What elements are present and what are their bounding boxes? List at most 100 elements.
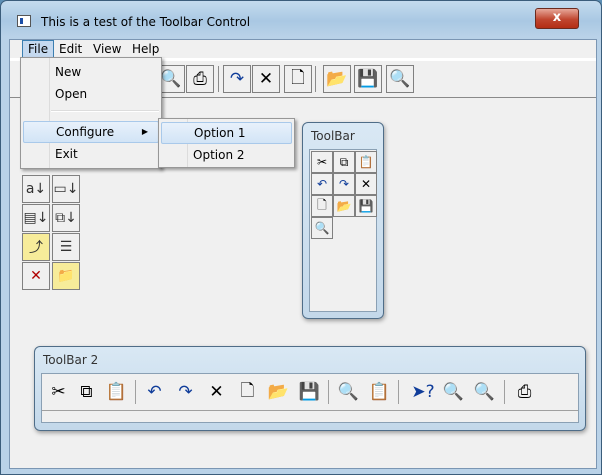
- open-button[interactable]: 📂: [333, 195, 355, 217]
- sort-document-icon: ▤↓: [23, 210, 49, 226]
- toolbar-separator: [398, 380, 399, 404]
- sort-shape-button[interactable]: ▭↓: [52, 175, 80, 203]
- menu-edit[interactable]: Edit: [54, 40, 87, 58]
- properties-icon: 📋: [368, 382, 391, 402]
- new-document-icon: 🗋: [240, 380, 255, 401]
- toolbar-1-title: ToolBar: [311, 129, 355, 143]
- floating-toolbar-1[interactable]: ToolBar ✂ ⧉ 📋 ↶ ↷ ✕ 🗋 📂 💾 🔍: [302, 122, 384, 319]
- copy-button[interactable]: ⧉: [73, 380, 100, 404]
- menu-separator: [51, 110, 159, 112]
- toolbar-separator: [315, 66, 316, 92]
- sort-shape-icon: ▭↓: [53, 181, 79, 197]
- delete-button[interactable]: ✕: [252, 65, 280, 93]
- floating-toolbar-2[interactable]: ToolBar 2 ✂ ⧉ 📋 ↶ ↷ ✕ 🗋 📂 💾 🔍 📋 ➤? 🔍 🔍 ⎙: [34, 346, 586, 431]
- new-document-icon: 🗋: [317, 197, 327, 212]
- toolbar-2-divider: [42, 410, 578, 411]
- delete-icon: ✕: [258, 69, 274, 89]
- print-button[interactable]: ⎙: [511, 380, 538, 404]
- menu-help[interactable]: Help: [127, 40, 164, 58]
- save-button[interactable]: 💾: [296, 380, 323, 404]
- new-folder-button[interactable]: 📁: [52, 262, 80, 290]
- menu-view[interactable]: View: [88, 40, 126, 58]
- new-button[interactable]: 🗋: [311, 195, 333, 217]
- up-folder-button[interactable]: ⤴: [22, 233, 50, 261]
- replace-icon: 🔍: [473, 382, 496, 402]
- delete-icon: ✕: [209, 382, 224, 402]
- print-preview-icon: 🔍: [337, 382, 360, 402]
- redo-button[interactable]: ↷: [333, 173, 355, 195]
- help-pointer-icon: ➤?: [411, 382, 435, 402]
- new-folder-line-icon: ☰: [59, 239, 73, 255]
- toolbar-1-body: ✂ ⧉ 📋 ↶ ↷ ✕ 🗋 📂 💾 🔍: [309, 149, 377, 312]
- paste-button[interactable]: 📋: [355, 151, 377, 173]
- redo-icon: ↷: [178, 382, 193, 402]
- redo-icon: ↷: [229, 69, 245, 89]
- new-folder-icon: 📁: [57, 268, 75, 284]
- open-folder-icon: 📂: [336, 199, 352, 213]
- redo-button[interactable]: ↷: [223, 65, 251, 93]
- menu-file[interactable]: File: [22, 40, 55, 58]
- up-folder-icon: ⤴: [29, 240, 43, 256]
- sort-az-icon: a↓: [25, 181, 47, 197]
- paste-icon: 📋: [358, 155, 374, 169]
- new-folder-line-button[interactable]: ☰: [52, 233, 80, 261]
- print-icon: ⎙: [193, 69, 207, 89]
- new-button[interactable]: 🗋: [234, 380, 261, 404]
- menu-item-option-1[interactable]: Option 1: [161, 122, 292, 144]
- replace-button[interactable]: 🔍: [471, 380, 498, 404]
- new-button[interactable]: 🗋: [284, 65, 312, 93]
- configure-submenu: Option 1 Option 2: [158, 118, 295, 168]
- print-preview-button[interactable]: 🔍: [335, 380, 362, 404]
- menu-item-option-2[interactable]: Option 2: [161, 144, 292, 166]
- close-button[interactable]: x: [535, 8, 579, 29]
- title-bar[interactable]: This is a test of the Toolbar Control x: [1, 1, 601, 35]
- menu-item-configure[interactable]: Configure ▶: [23, 121, 159, 143]
- menu-item-configure-label: Configure: [56, 125, 115, 139]
- copy-sort-button[interactable]: ⧉↓: [52, 204, 80, 232]
- save-button[interactable]: 💾: [354, 65, 382, 93]
- delete-button[interactable]: ✕: [355, 173, 377, 195]
- save-button[interactable]: 💾: [355, 195, 377, 217]
- cut-line-icon: ✕: [30, 268, 42, 284]
- save-icon: 💾: [358, 199, 374, 213]
- properties-button[interactable]: 📋: [366, 380, 393, 404]
- menu-item-new[interactable]: New: [23, 61, 159, 83]
- print-preview-icon: 🔍: [389, 69, 411, 89]
- undo-icon: ↶: [147, 382, 162, 402]
- open-folder-icon: 📂: [267, 382, 290, 402]
- find-button[interactable]: 🔍: [440, 380, 467, 404]
- toolbar-separator: [135, 380, 136, 404]
- copy-button[interactable]: ⧉: [333, 151, 355, 173]
- cut-button[interactable]: ✂: [45, 380, 72, 404]
- menu-bar: File Edit View Help: [10, 40, 596, 58]
- paste-button[interactable]: 📋: [103, 380, 130, 404]
- submenu-arrow-icon: ▶: [141, 127, 148, 136]
- redo-button[interactable]: ↷: [172, 380, 199, 404]
- print-button[interactable]: ⎙: [186, 65, 214, 93]
- redo-icon: ↷: [338, 177, 350, 191]
- file-menu: New Open Configure ▶ Exit: [20, 57, 162, 169]
- print-preview-button[interactable]: 🔍: [386, 65, 414, 93]
- print-preview-icon: 🔍: [314, 221, 330, 235]
- new-document-icon: 🗋: [291, 67, 305, 88]
- menu-item-exit[interactable]: Exit: [23, 143, 159, 165]
- paste-icon: 📋: [105, 382, 128, 402]
- cut-button[interactable]: ✂: [311, 151, 333, 173]
- left-toolbar: a↓ ▭↓ ▤↓ ⧉↓ ⤴ ☰ ✕ 📁: [20, 173, 80, 291]
- delete-button[interactable]: ✕: [203, 380, 230, 404]
- undo-button[interactable]: ↶: [311, 173, 333, 195]
- undo-button[interactable]: ↶: [141, 380, 168, 404]
- toolbar-separator: [218, 66, 219, 92]
- sort-az-button[interactable]: a↓: [22, 175, 50, 203]
- help-button[interactable]: ➤?: [406, 380, 440, 404]
- open-button[interactable]: 📂: [323, 65, 351, 93]
- print-preview-button[interactable]: 🔍: [311, 217, 333, 239]
- cut-icon: ✂: [316, 155, 328, 169]
- cut-line-button[interactable]: ✕: [22, 262, 50, 290]
- open-button[interactable]: 📂: [265, 380, 292, 404]
- window-title: This is a test of the Toolbar Control: [41, 15, 251, 29]
- print-icon: ⎙: [517, 382, 532, 402]
- sort-document-button[interactable]: ▤↓: [22, 204, 50, 232]
- main-window: This is a test of the Toolbar Control x …: [0, 0, 602, 475]
- menu-item-open[interactable]: Open: [23, 83, 159, 105]
